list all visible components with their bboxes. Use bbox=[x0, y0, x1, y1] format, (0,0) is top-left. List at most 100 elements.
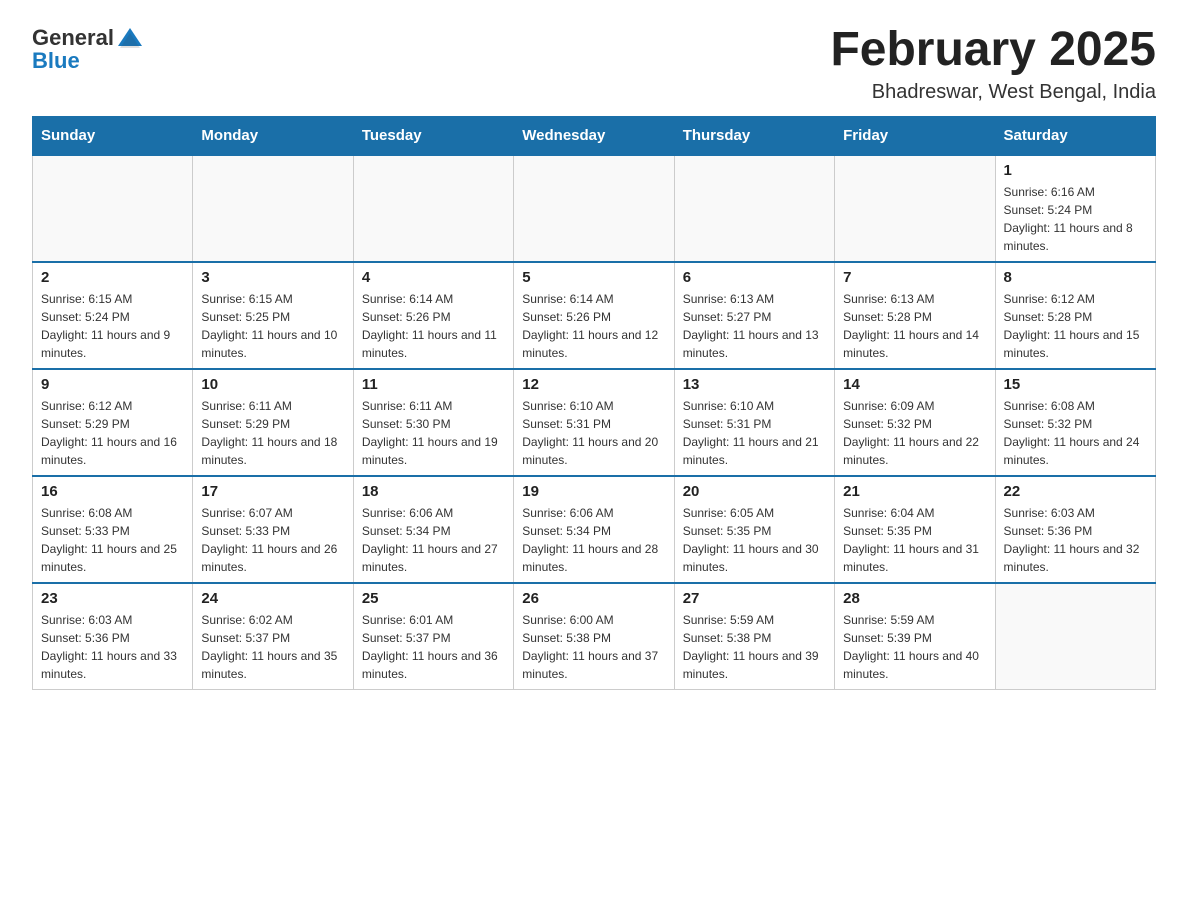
calendar-week-row: 16 Sunrise: 6:08 AMSunset: 5:33 PMDayligh… bbox=[33, 476, 1156, 583]
calendar-week-row: 1 Sunrise: 6:16 AMSunset: 5:24 PMDaylight… bbox=[33, 155, 1156, 262]
day-info: Sunrise: 6:01 AMSunset: 5:37 PMDaylight:… bbox=[362, 611, 505, 683]
calendar-cell: 3Sunrise: 6:15 AMSunset: 5:25 PMDaylight… bbox=[193, 262, 353, 369]
logo: General Blue bbox=[32, 24, 144, 74]
calendar-cell: 13Sunrise: 6:10 AMSunset: 5:31 PMDayligh… bbox=[674, 369, 834, 476]
day-info: Sunrise: 5:59 AMSunset: 5:39 PMDaylight:… bbox=[843, 611, 986, 683]
day-number: 15 bbox=[1004, 376, 1147, 393]
day-number: 10 bbox=[201, 376, 344, 393]
calendar-cell: 17 Sunrise: 6:07 AMSunset: 5:33 PMDayligh… bbox=[193, 476, 353, 583]
calendar-cell: 25 Sunrise: 6:01 AMSunset: 5:37 PMDayligh… bbox=[353, 583, 513, 690]
calendar-cell: 4 Sunrise: 6:14 AMSunset: 5:26 PMDaylight… bbox=[353, 262, 513, 369]
calendar-cell: 6 Sunrise: 6:13 AMSunset: 5:27 PMDaylight… bbox=[674, 262, 834, 369]
calendar-cell: 14Sunrise: 6:09 AMSunset: 5:32 PMDayligh… bbox=[835, 369, 995, 476]
day-info: Sunrise: 6:08 AMSunset: 5:32 PMDaylight:… bbox=[1004, 397, 1147, 469]
day-info: Sunrise: 6:11 AMSunset: 5:30 PMDaylight:… bbox=[362, 397, 505, 469]
calendar-header-wednesday: Wednesday bbox=[514, 116, 674, 155]
day-info: Sunrise: 6:11 AMSunset: 5:29 PMDaylight:… bbox=[201, 397, 344, 469]
logo-blue-text: Blue bbox=[32, 48, 80, 74]
day-number: 20 bbox=[683, 483, 826, 500]
calendar-week-row: 9 Sunrise: 6:12 AMSunset: 5:29 PMDaylight… bbox=[33, 369, 1156, 476]
day-info: Sunrise: 6:10 AMSunset: 5:31 PMDaylight:… bbox=[522, 397, 665, 469]
calendar-cell: 8 Sunrise: 6:12 AMSunset: 5:28 PMDaylight… bbox=[995, 262, 1155, 369]
day-info: Sunrise: 6:12 AMSunset: 5:28 PMDaylight:… bbox=[1004, 290, 1147, 362]
day-info: Sunrise: 6:12 AMSunset: 5:29 PMDaylight:… bbox=[41, 397, 184, 469]
day-number: 25 bbox=[362, 590, 505, 607]
calendar-cell: 19Sunrise: 6:06 AMSunset: 5:34 PMDayligh… bbox=[514, 476, 674, 583]
calendar-cell: 21 Sunrise: 6:04 AMSunset: 5:35 PMDayligh… bbox=[835, 476, 995, 583]
day-number: 13 bbox=[683, 376, 826, 393]
day-info: Sunrise: 6:08 AMSunset: 5:33 PMDaylight:… bbox=[41, 504, 184, 576]
calendar-cell: 5 Sunrise: 6:14 AMSunset: 5:26 PMDaylight… bbox=[514, 262, 674, 369]
day-number: 5 bbox=[522, 269, 665, 286]
calendar-cell bbox=[193, 155, 353, 262]
day-number: 17 bbox=[201, 483, 344, 500]
day-info: Sunrise: 6:14 AMSunset: 5:26 PMDaylight:… bbox=[522, 290, 665, 362]
day-info: Sunrise: 6:06 AMSunset: 5:34 PMDaylight:… bbox=[362, 504, 505, 576]
day-info: Sunrise: 6:04 AMSunset: 5:35 PMDaylight:… bbox=[843, 504, 986, 576]
calendar-cell: 15 Sunrise: 6:08 AMSunset: 5:32 PMDayligh… bbox=[995, 369, 1155, 476]
calendar-cell: 11 Sunrise: 6:11 AMSunset: 5:30 PMDayligh… bbox=[353, 369, 513, 476]
day-info: Sunrise: 6:03 AMSunset: 5:36 PMDaylight:… bbox=[1004, 504, 1147, 576]
subtitle: Bhadreswar, West Bengal, India bbox=[830, 81, 1156, 104]
day-info: Sunrise: 6:15 AMSunset: 5:25 PMDaylight:… bbox=[201, 290, 344, 362]
calendar-cell bbox=[995, 583, 1155, 690]
day-info: Sunrise: 6:15 AMSunset: 5:24 PMDaylight:… bbox=[41, 290, 184, 362]
day-number: 6 bbox=[683, 269, 826, 286]
calendar-header-saturday: Saturday bbox=[995, 116, 1155, 155]
calendar-cell bbox=[514, 155, 674, 262]
page-title: February 2025 bbox=[830, 24, 1156, 77]
header: General Blue February 2025 Bhadreswar, W… bbox=[32, 24, 1156, 104]
calendar-cell: 20Sunrise: 6:05 AMSunset: 5:35 PMDayligh… bbox=[674, 476, 834, 583]
day-number: 19 bbox=[522, 483, 665, 500]
calendar-cell bbox=[353, 155, 513, 262]
day-number: 16 bbox=[41, 483, 184, 500]
calendar-header-thursday: Thursday bbox=[674, 116, 834, 155]
calendar-cell bbox=[33, 155, 193, 262]
day-info: Sunrise: 6:13 AMSunset: 5:28 PMDaylight:… bbox=[843, 290, 986, 362]
day-number: 21 bbox=[843, 483, 986, 500]
day-info: Sunrise: 6:16 AMSunset: 5:24 PMDaylight:… bbox=[1004, 183, 1147, 255]
day-number: 11 bbox=[362, 376, 505, 393]
calendar-cell: 24Sunrise: 6:02 AMSunset: 5:37 PMDayligh… bbox=[193, 583, 353, 690]
calendar-header-row: SundayMondayTuesdayWednesdayThursdayFrid… bbox=[33, 116, 1156, 155]
day-info: Sunrise: 6:13 AMSunset: 5:27 PMDaylight:… bbox=[683, 290, 826, 362]
day-number: 26 bbox=[522, 590, 665, 607]
day-info: Sunrise: 6:00 AMSunset: 5:38 PMDaylight:… bbox=[522, 611, 665, 683]
calendar-cell: 26 Sunrise: 6:00 AMSunset: 5:38 PMDayligh… bbox=[514, 583, 674, 690]
calendar-week-row: 2Sunrise: 6:15 AMSunset: 5:24 PMDaylight… bbox=[33, 262, 1156, 369]
calendar: SundayMondayTuesdayWednesdayThursdayFrid… bbox=[32, 116, 1156, 690]
calendar-cell: 23 Sunrise: 6:03 AMSunset: 5:36 PMDayligh… bbox=[33, 583, 193, 690]
calendar-cell bbox=[835, 155, 995, 262]
title-block: February 2025 Bhadreswar, West Bengal, I… bbox=[830, 24, 1156, 104]
day-number: 4 bbox=[362, 269, 505, 286]
calendar-cell: 27 Sunrise: 5:59 AMSunset: 5:38 PMDayligh… bbox=[674, 583, 834, 690]
day-number: 27 bbox=[683, 590, 826, 607]
day-number: 24 bbox=[201, 590, 344, 607]
calendar-cell: 9 Sunrise: 6:12 AMSunset: 5:29 PMDaylight… bbox=[33, 369, 193, 476]
day-number: 18 bbox=[362, 483, 505, 500]
day-number: 23 bbox=[41, 590, 184, 607]
calendar-cell: 28Sunrise: 5:59 AMSunset: 5:39 PMDayligh… bbox=[835, 583, 995, 690]
day-number: 1 bbox=[1004, 162, 1147, 179]
calendar-header-monday: Monday bbox=[193, 116, 353, 155]
day-number: 8 bbox=[1004, 269, 1147, 286]
calendar-header-friday: Friday bbox=[835, 116, 995, 155]
day-info: Sunrise: 6:14 AMSunset: 5:26 PMDaylight:… bbox=[362, 290, 505, 362]
calendar-header-sunday: Sunday bbox=[33, 116, 193, 155]
day-info: Sunrise: 6:09 AMSunset: 5:32 PMDaylight:… bbox=[843, 397, 986, 469]
day-info: Sunrise: 5:59 AMSunset: 5:38 PMDaylight:… bbox=[683, 611, 826, 683]
calendar-week-row: 23 Sunrise: 6:03 AMSunset: 5:36 PMDayligh… bbox=[33, 583, 1156, 690]
calendar-header-tuesday: Tuesday bbox=[353, 116, 513, 155]
calendar-cell: 12 Sunrise: 6:10 AMSunset: 5:31 PMDayligh… bbox=[514, 369, 674, 476]
day-number: 9 bbox=[41, 376, 184, 393]
calendar-cell: 2Sunrise: 6:15 AMSunset: 5:24 PMDaylight… bbox=[33, 262, 193, 369]
day-number: 12 bbox=[522, 376, 665, 393]
day-number: 7 bbox=[843, 269, 986, 286]
calendar-cell: 18 Sunrise: 6:06 AMSunset: 5:34 PMDayligh… bbox=[353, 476, 513, 583]
day-info: Sunrise: 6:07 AMSunset: 5:33 PMDaylight:… bbox=[201, 504, 344, 576]
day-info: Sunrise: 6:03 AMSunset: 5:36 PMDaylight:… bbox=[41, 611, 184, 683]
calendar-cell: 1 Sunrise: 6:16 AMSunset: 5:24 PMDaylight… bbox=[995, 155, 1155, 262]
day-number: 22 bbox=[1004, 483, 1147, 500]
calendar-cell: 22 Sunrise: 6:03 AMSunset: 5:36 PMDayligh… bbox=[995, 476, 1155, 583]
calendar-cell: 7 Sunrise: 6:13 AMSunset: 5:28 PMDaylight… bbox=[835, 262, 995, 369]
